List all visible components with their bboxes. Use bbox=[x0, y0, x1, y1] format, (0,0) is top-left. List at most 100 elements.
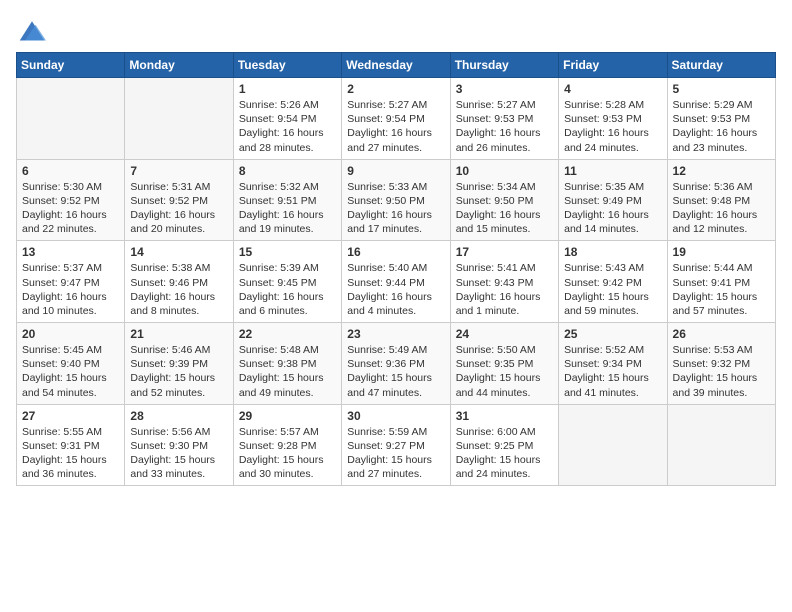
day-info: Sunrise: 5:41 AM Sunset: 9:43 PM Dayligh… bbox=[456, 261, 553, 318]
day-number: 26 bbox=[673, 327, 770, 341]
day-number: 3 bbox=[456, 82, 553, 96]
calendar-cell: 1Sunrise: 5:26 AM Sunset: 9:54 PM Daylig… bbox=[233, 78, 341, 160]
calendar-cell: 19 Sunrise: 5:44 AM Sunset: 9:41 PM Dayli… bbox=[667, 241, 775, 323]
day-info: Sunrise: 5:36 AM Sunset: 9:48 PM Dayligh… bbox=[673, 180, 770, 237]
day-info: Sunrise: 5:48 AM Sunset: 9:38 PM Dayligh… bbox=[239, 343, 336, 400]
calendar-cell bbox=[17, 78, 125, 160]
day-number: 20 bbox=[22, 327, 119, 341]
calendar-cell: 12Sunrise: 5:36 AM Sunset: 9:48 PM Dayli… bbox=[667, 159, 775, 241]
day-number: 17 bbox=[456, 245, 553, 259]
calendar-week-row: 27 Sunrise: 5:55 AM Sunset: 9:31 PM Dayli… bbox=[17, 404, 776, 486]
day-number: 14 bbox=[130, 245, 227, 259]
day-number: 1 bbox=[239, 82, 336, 96]
calendar-cell: 5Sunrise: 5:29 AM Sunset: 9:53 PM Daylig… bbox=[667, 78, 775, 160]
day-info: Sunrise: 5:27 AM Sunset: 9:53 PM Dayligh… bbox=[456, 98, 553, 155]
calendar-week-row: 20 Sunrise: 5:45 AM Sunset: 9:40 PM Dayli… bbox=[17, 323, 776, 405]
calendar-cell: 4 Sunrise: 5:28 AM Sunset: 9:53 PM Daylig… bbox=[559, 78, 667, 160]
day-number: 18 bbox=[564, 245, 661, 259]
day-number: 29 bbox=[239, 409, 336, 423]
day-number: 15 bbox=[239, 245, 336, 259]
calendar-cell: 9Sunrise: 5:33 AM Sunset: 9:50 PM Daylig… bbox=[342, 159, 450, 241]
day-number: 19 bbox=[673, 245, 770, 259]
day-info: Sunrise: 5:43 AM Sunset: 9:42 PM Dayligh… bbox=[564, 261, 661, 318]
calendar-cell: 28 Sunrise: 5:56 AM Sunset: 9:30 PM Dayli… bbox=[125, 404, 233, 486]
day-info: Sunrise: 5:40 AM Sunset: 9:44 PM Dayligh… bbox=[347, 261, 444, 318]
calendar-cell: 10 Sunrise: 5:34 AM Sunset: 9:50 PM Dayli… bbox=[450, 159, 558, 241]
day-info: Sunrise: 5:31 AM Sunset: 9:52 PM Dayligh… bbox=[130, 180, 227, 237]
day-info: Sunrise: 5:44 AM Sunset: 9:41 PM Dayligh… bbox=[673, 261, 770, 318]
day-info: Sunrise: 5:37 AM Sunset: 9:47 PM Dayligh… bbox=[22, 261, 119, 318]
day-number: 22 bbox=[239, 327, 336, 341]
day-info: Sunrise: 6:00 AM Sunset: 9:25 PM Dayligh… bbox=[456, 425, 553, 482]
calendar-cell: 27 Sunrise: 5:55 AM Sunset: 9:31 PM Dayli… bbox=[17, 404, 125, 486]
day-info: Sunrise: 5:39 AM Sunset: 9:45 PM Dayligh… bbox=[239, 261, 336, 318]
calendar-cell: 3 Sunrise: 5:27 AM Sunset: 9:53 PM Daylig… bbox=[450, 78, 558, 160]
day-info: Sunrise: 5:56 AM Sunset: 9:30 PM Dayligh… bbox=[130, 425, 227, 482]
calendar-cell: 7 Sunrise: 5:31 AM Sunset: 9:52 PM Daylig… bbox=[125, 159, 233, 241]
day-number: 25 bbox=[564, 327, 661, 341]
day-info: Sunrise: 5:50 AM Sunset: 9:35 PM Dayligh… bbox=[456, 343, 553, 400]
day-number: 30 bbox=[347, 409, 444, 423]
day-number: 8 bbox=[239, 164, 336, 178]
day-number: 23 bbox=[347, 327, 444, 341]
day-info: Sunrise: 5:53 AM Sunset: 9:32 PM Dayligh… bbox=[673, 343, 770, 400]
day-info: Sunrise: 5:35 AM Sunset: 9:49 PM Dayligh… bbox=[564, 180, 661, 237]
day-number: 6 bbox=[22, 164, 119, 178]
calendar-cell: 11Sunrise: 5:35 AM Sunset: 9:49 PM Dayli… bbox=[559, 159, 667, 241]
day-info: Sunrise: 5:34 AM Sunset: 9:50 PM Dayligh… bbox=[456, 180, 553, 237]
day-info: Sunrise: 5:32 AM Sunset: 9:51 PM Dayligh… bbox=[239, 180, 336, 237]
calendar-week-row: 6 Sunrise: 5:30 AM Sunset: 9:52 PM Daylig… bbox=[17, 159, 776, 241]
calendar-cell: 22 Sunrise: 5:48 AM Sunset: 9:38 PM Dayli… bbox=[233, 323, 341, 405]
day-info: Sunrise: 5:33 AM Sunset: 9:50 PM Dayligh… bbox=[347, 180, 444, 237]
calendar-table: SundayMondayTuesdayWednesdayThursdayFrid… bbox=[16, 52, 776, 486]
day-number: 10 bbox=[456, 164, 553, 178]
calendar-cell: 17 Sunrise: 5:41 AM Sunset: 9:43 PM Dayli… bbox=[450, 241, 558, 323]
day-number: 5 bbox=[673, 82, 770, 96]
day-number: 27 bbox=[22, 409, 119, 423]
calendar-cell: 18 Sunrise: 5:43 AM Sunset: 9:42 PM Dayli… bbox=[559, 241, 667, 323]
day-info: Sunrise: 5:55 AM Sunset: 9:31 PM Dayligh… bbox=[22, 425, 119, 482]
day-info: Sunrise: 5:45 AM Sunset: 9:40 PM Dayligh… bbox=[22, 343, 119, 400]
day-info: Sunrise: 5:28 AM Sunset: 9:53 PM Dayligh… bbox=[564, 98, 661, 155]
day-number: 4 bbox=[564, 82, 661, 96]
day-info: Sunrise: 5:30 AM Sunset: 9:52 PM Dayligh… bbox=[22, 180, 119, 237]
calendar-cell: 15 Sunrise: 5:39 AM Sunset: 9:45 PM Dayli… bbox=[233, 241, 341, 323]
day-info: Sunrise: 5:57 AM Sunset: 9:28 PM Dayligh… bbox=[239, 425, 336, 482]
weekday-header: Tuesday bbox=[233, 53, 341, 78]
day-number: 21 bbox=[130, 327, 227, 341]
calendar-cell: 23 Sunrise: 5:49 AM Sunset: 9:36 PM Dayli… bbox=[342, 323, 450, 405]
day-number: 13 bbox=[22, 245, 119, 259]
calendar-cell: 25 Sunrise: 5:52 AM Sunset: 9:34 PM Dayli… bbox=[559, 323, 667, 405]
day-number: 28 bbox=[130, 409, 227, 423]
calendar-cell: 21 Sunrise: 5:46 AM Sunset: 9:39 PM Dayli… bbox=[125, 323, 233, 405]
calendar-cell: 2 Sunrise: 5:27 AM Sunset: 9:54 PM Daylig… bbox=[342, 78, 450, 160]
calendar-cell: 14 Sunrise: 5:38 AM Sunset: 9:46 PM Dayli… bbox=[125, 241, 233, 323]
weekday-header: Sunday bbox=[17, 53, 125, 78]
day-info: Sunrise: 5:27 AM Sunset: 9:54 PM Dayligh… bbox=[347, 98, 444, 155]
weekday-header: Friday bbox=[559, 53, 667, 78]
calendar-week-row: 1Sunrise: 5:26 AM Sunset: 9:54 PM Daylig… bbox=[17, 78, 776, 160]
weekday-header: Wednesday bbox=[342, 53, 450, 78]
logo-icon bbox=[16, 16, 48, 44]
page-header bbox=[16, 16, 776, 44]
day-number: 2 bbox=[347, 82, 444, 96]
day-number: 7 bbox=[130, 164, 227, 178]
logo bbox=[16, 16, 52, 44]
calendar-cell bbox=[559, 404, 667, 486]
calendar-week-row: 13 Sunrise: 5:37 AM Sunset: 9:47 PM Dayli… bbox=[17, 241, 776, 323]
calendar-cell: 8 Sunrise: 5:32 AM Sunset: 9:51 PM Daylig… bbox=[233, 159, 341, 241]
day-info: Sunrise: 5:52 AM Sunset: 9:34 PM Dayligh… bbox=[564, 343, 661, 400]
weekday-header: Saturday bbox=[667, 53, 775, 78]
day-number: 16 bbox=[347, 245, 444, 259]
calendar-cell: 31 Sunrise: 6:00 AM Sunset: 9:25 PM Dayli… bbox=[450, 404, 558, 486]
day-info: Sunrise: 5:38 AM Sunset: 9:46 PM Dayligh… bbox=[130, 261, 227, 318]
calendar-cell bbox=[125, 78, 233, 160]
day-info: Sunrise: 5:59 AM Sunset: 9:27 PM Dayligh… bbox=[347, 425, 444, 482]
calendar-cell: 29 Sunrise: 5:57 AM Sunset: 9:28 PM Dayli… bbox=[233, 404, 341, 486]
calendar-cell bbox=[667, 404, 775, 486]
day-info: Sunrise: 5:46 AM Sunset: 9:39 PM Dayligh… bbox=[130, 343, 227, 400]
calendar-cell: 30 Sunrise: 5:59 AM Sunset: 9:27 PM Dayli… bbox=[342, 404, 450, 486]
day-number: 31 bbox=[456, 409, 553, 423]
day-info: Sunrise: 5:49 AM Sunset: 9:36 PM Dayligh… bbox=[347, 343, 444, 400]
weekday-header: Thursday bbox=[450, 53, 558, 78]
